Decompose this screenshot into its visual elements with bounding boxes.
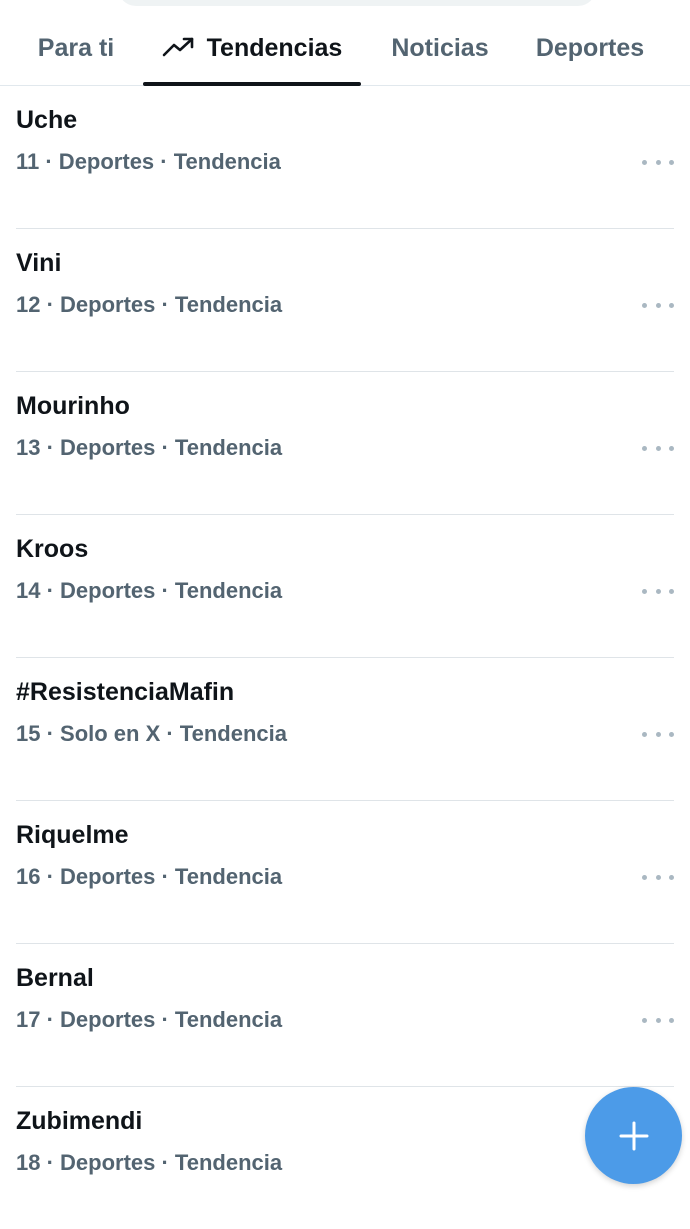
trend-name: Kroos	[16, 535, 89, 563]
more-icon[interactable]	[642, 148, 674, 176]
trend-item[interactable]: Bernal 17 · Deportes · Tendencia	[16, 944, 674, 1087]
trend-name: Riquelme	[16, 821, 129, 849]
tab-bar: Para ti Tendencias Noticias Deportes	[0, 0, 690, 86]
more-icon[interactable]	[642, 434, 674, 462]
more-icon[interactable]	[642, 720, 674, 748]
compose-button[interactable]	[585, 1087, 682, 1184]
tab-deportes[interactable]: Deportes	[532, 0, 648, 86]
trend-name: Bernal	[16, 964, 94, 992]
tab-label: Tendencias	[206, 33, 343, 62]
tab-label: Noticias	[391, 33, 489, 62]
trend-meta: 13 · Deportes · Tendencia	[16, 435, 283, 460]
trend-meta: 18 · Deportes · Tendencia	[16, 1150, 283, 1175]
plus-icon	[619, 1121, 648, 1150]
trend-meta: 17 · Deportes · Tendencia	[16, 1007, 283, 1032]
trend-item[interactable]: Mourinho 13 · Deportes · Tendencia	[16, 372, 674, 515]
trend-name: #ResistenciaMafin	[16, 678, 235, 706]
trend-name: Mourinho	[16, 392, 130, 420]
trend-item[interactable]: Kroos 14 · Deportes · Tendencia	[16, 515, 674, 658]
trend-meta: 16 · Deportes · Tendencia	[16, 864, 283, 889]
trend-item[interactable]: Uche 11 · Deportes · Tendencia	[16, 86, 674, 229]
more-icon[interactable]	[642, 577, 674, 605]
more-icon[interactable]	[642, 1006, 674, 1034]
trend-name: Vini	[16, 249, 62, 277]
trend-meta: 11 · Deportes · Tendencia	[16, 149, 281, 174]
trend-name: Zubimendi	[16, 1107, 143, 1135]
tab-label: Para ti	[37, 33, 115, 62]
trend-name: Uche	[16, 106, 78, 134]
trend-meta: 15 · Solo en X · Tendencia	[16, 721, 287, 746]
trend-item[interactable]: Riquelme 16 · Deportes · Tendencia	[16, 801, 674, 944]
tab-label: Deportes	[535, 33, 645, 62]
trend-item[interactable]: #ResistenciaMafin 15 · Solo en X · Tende…	[16, 658, 674, 801]
more-icon[interactable]	[642, 863, 674, 891]
trend-item[interactable]: Vini 12 · Deportes · Tendencia	[16, 229, 674, 372]
tab-para-ti[interactable]: Para ti	[34, 0, 118, 86]
trend-item[interactable]: Zubimendi 18 · Deportes · Tendencia	[16, 1087, 674, 1229]
tab-noticias[interactable]: Noticias	[388, 0, 492, 86]
more-icon[interactable]	[642, 291, 674, 319]
trending-icon	[162, 37, 193, 57]
trend-meta: 14 · Deportes · Tendencia	[16, 578, 283, 603]
trend-list: Uche 11 · Deportes · Tendencia Vini 12 ·…	[0, 86, 690, 1229]
tab-tendencias[interactable]: Tendencias	[143, 0, 361, 86]
trend-meta: 12 · Deportes · Tendencia	[16, 292, 283, 317]
